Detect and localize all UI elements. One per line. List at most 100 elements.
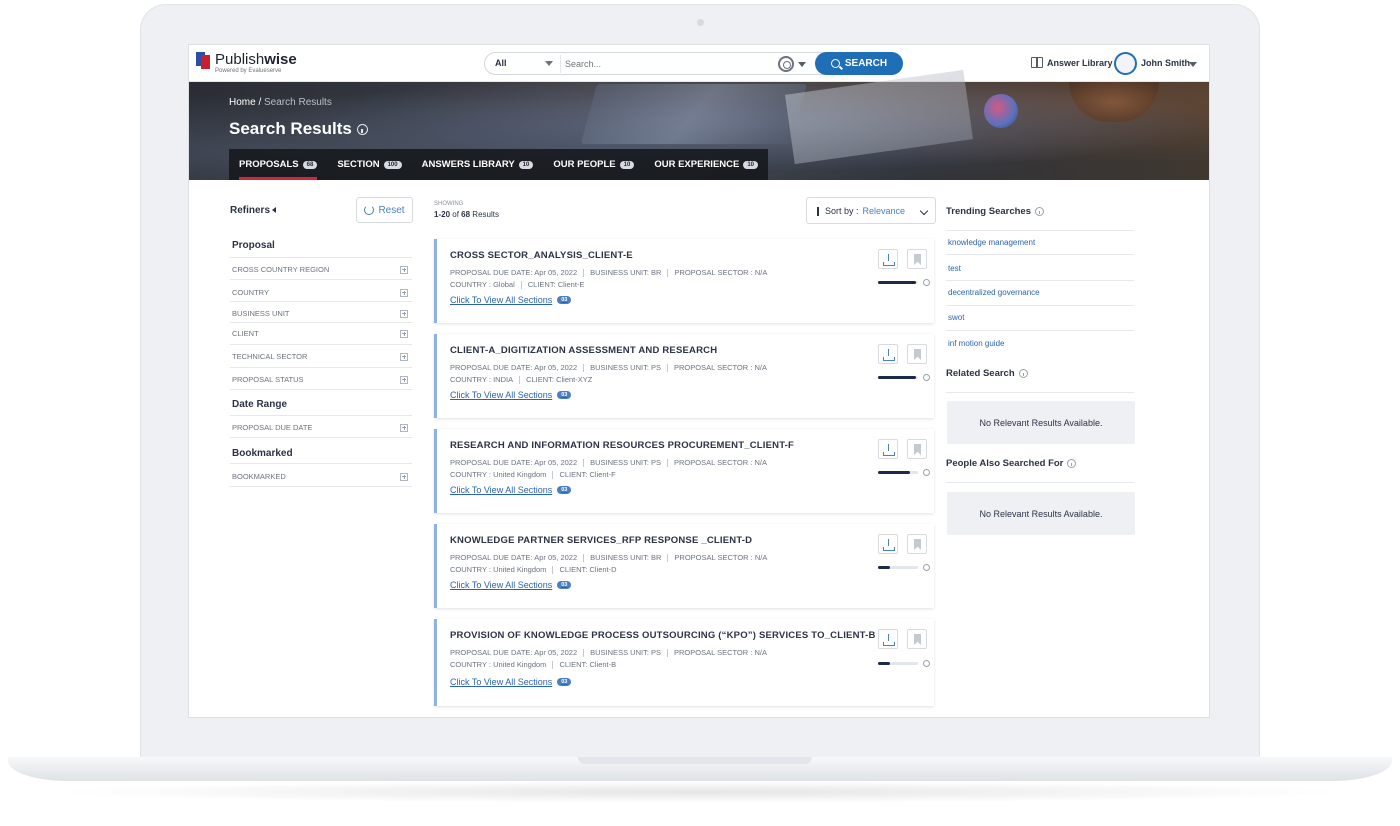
tab-section[interactable]: SECTION 100 — [337, 149, 402, 180]
chevron-down-icon[interactable] — [1189, 62, 1197, 67]
view-all-sections-link[interactable]: Click To View All Sections 03 — [450, 390, 572, 400]
bookmark-button[interactable] — [907, 439, 927, 459]
info-icon[interactable] — [923, 279, 930, 286]
trending-searches-title: Trending Searches — [946, 206, 1045, 217]
breadcrumb-home[interactable]: Home / — [229, 97, 261, 108]
download-button[interactable] — [878, 249, 898, 269]
refiners-title[interactable]: Refiners — [230, 205, 270, 216]
relevance-bar-fill — [878, 566, 890, 569]
search-input[interactable] — [565, 56, 775, 72]
refiner-technical-sector[interactable]: TECHNICAL SECTOR — [232, 352, 408, 361]
relevance-bar-fill — [878, 471, 910, 474]
refiner-country[interactable]: COUNTRY — [232, 288, 408, 297]
target-icon[interactable] — [778, 56, 794, 72]
answer-library-link[interactable]: Answer Library — [1031, 57, 1113, 68]
logo-text[interactable]: Publishwise — [215, 51, 297, 68]
view-all-sections-link[interactable]: Click To View All Sections 03 — [450, 295, 572, 305]
expand-icon[interactable] — [400, 472, 408, 481]
expand-icon[interactable] — [400, 375, 408, 384]
info-icon[interactable] — [923, 374, 930, 381]
banner-image-decoration — [1069, 82, 1159, 122]
info-icon[interactable] — [923, 469, 930, 476]
search-button[interactable]: SEARCH — [815, 52, 903, 75]
relevance-bar — [878, 566, 918, 569]
bookmark-button[interactable] — [907, 534, 927, 554]
info-icon[interactable] — [1018, 369, 1028, 378]
refiner-cross-country-region[interactable]: CROSS COUNTRY REGION — [232, 265, 408, 274]
search-icon — [830, 59, 840, 68]
bookmark-button[interactable] — [907, 629, 927, 649]
trending-search-link[interactable]: decentralized governance — [948, 288, 1040, 297]
divider — [946, 482, 1134, 483]
trending-search-link[interactable]: knowledge management — [948, 238, 1035, 247]
tab-answers-library[interactable]: ANSWERS LIBRARY 10 — [422, 149, 534, 180]
result-title[interactable]: CLIENT-A_DIGITIZATION ASSESSMENT AND RES… — [450, 345, 717, 356]
refiner-proposal-due-date[interactable]: PROPOSAL DUE DATE — [232, 423, 408, 432]
info-icon[interactable] — [1067, 459, 1077, 468]
result-title[interactable]: RESEARCH AND INFORMATION RESOURCES PROCU… — [450, 440, 794, 451]
chevron-left-icon[interactable] — [272, 207, 276, 213]
related-search-empty: No Relevant Results Available. — [947, 401, 1135, 444]
info-icon[interactable] — [923, 660, 930, 667]
download-button[interactable] — [878, 629, 898, 649]
divider — [230, 367, 412, 368]
app-screen: Publishwise Powered by Evalueserve All S… — [188, 44, 1210, 718]
refiner-client[interactable]: CLIENT — [232, 329, 408, 338]
view-all-sections-link[interactable]: Click To View All Sections 03 — [450, 677, 572, 687]
expand-icon[interactable] — [400, 352, 408, 361]
download-button[interactable] — [878, 534, 898, 554]
trending-search-link[interactable]: test — [948, 264, 961, 273]
avatar[interactable] — [1114, 52, 1137, 75]
trending-search-link[interactable]: swot — [948, 313, 964, 322]
laptop-shadow — [40, 781, 1360, 803]
tab-count-badge: 10 — [518, 160, 534, 169]
download-button[interactable] — [878, 344, 898, 364]
trending-search-link[interactable]: inf motion guide — [948, 339, 1004, 348]
info-icon[interactable] — [356, 123, 368, 135]
expand-icon[interactable] — [400, 329, 408, 338]
result-card[interactable]: RESEARCH AND INFORMATION RESOURCES PROCU… — [434, 429, 934, 513]
view-all-sections-link[interactable]: Click To View All Sections 03 — [450, 485, 572, 495]
chevron-down-icon[interactable] — [798, 62, 806, 67]
divider — [230, 322, 412, 323]
refiner-business-unit[interactable]: BUSINESS UNIT — [232, 309, 408, 318]
result-card[interactable]: CLIENT-A_DIGITIZATION ASSESSMENT AND RES… — [434, 334, 934, 418]
bookmark-button[interactable] — [907, 249, 927, 269]
result-card[interactable]: KNOWLEDGE PARTNER SERVICES_RFP RESPONSE … — [434, 524, 934, 608]
page-title: Search Results — [229, 119, 368, 139]
tab-proposals[interactable]: PROPOSALS 68 — [239, 149, 318, 180]
search-scope-select[interactable]: All — [495, 58, 507, 68]
relevance-bar — [878, 376, 918, 379]
result-card[interactable]: PROVISION OF KNOWLEDGE PROCESS OUTSOURCI… — [434, 619, 934, 706]
refiner-proposal-status[interactable]: PROPOSAL STATUS — [232, 375, 408, 384]
tab-our-experience[interactable]: OUR EXPERIENCE 10 — [654, 149, 759, 180]
expand-icon[interactable] — [400, 265, 408, 274]
user-name[interactable]: John Smith — [1141, 58, 1190, 68]
expand-icon[interactable] — [400, 288, 408, 297]
divider — [230, 301, 412, 302]
related-search-title: Related Search — [946, 368, 1028, 379]
result-card[interactable]: CROSS SECTOR_ANALYSIS_CLIENT-E PROPOSAL … — [434, 239, 934, 323]
bookmark-button[interactable] — [907, 344, 927, 364]
result-tabs: PROPOSALS 68 SECTION 100 ANSWERS LIBRARY 10… — [229, 149, 769, 180]
view-all-sections-link[interactable]: Click To View All Sections 03 — [450, 580, 572, 590]
result-title[interactable]: PROVISION OF KNOWLEDGE PROCESS OUTSOURCI… — [450, 630, 876, 641]
banner-image-decoration — [984, 94, 1018, 128]
sort-dropdown[interactable]: Sort by : Relevance — [806, 197, 936, 224]
tab-our-people[interactable]: OUR PEOPLE 10 — [553, 149, 635, 180]
result-title[interactable]: CROSS SECTOR_ANALYSIS_CLIENT-E — [450, 250, 633, 261]
refiner-bookmarked[interactable]: BOOKMARKED — [232, 472, 408, 481]
result-meta: PROPOSAL DUE DATE: Apr 05, 2022 BUSINESS … — [450, 363, 767, 373]
info-icon[interactable] — [1035, 207, 1045, 216]
result-title[interactable]: KNOWLEDGE PARTNER SERVICES_RFP RESPONSE … — [450, 535, 752, 546]
expand-icon[interactable] — [400, 423, 408, 432]
camera — [697, 19, 704, 26]
info-icon[interactable] — [923, 564, 930, 571]
chevron-down-icon[interactable] — [545, 61, 553, 66]
reset-button[interactable]: Reset — [356, 197, 413, 223]
expand-icon[interactable] — [400, 309, 408, 318]
result-meta: COUNTRY : United Kingdom CLIENT: Client-D — [450, 565, 617, 575]
logo-icon[interactable] — [196, 52, 210, 69]
section-count-badge: 03 — [557, 391, 572, 399]
download-button[interactable] — [878, 439, 898, 459]
